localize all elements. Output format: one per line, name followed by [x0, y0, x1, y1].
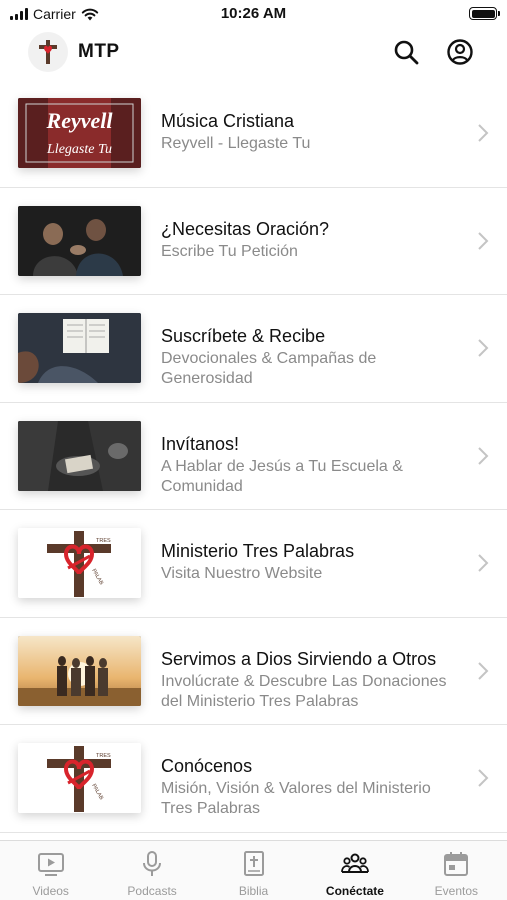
list-item[interactable]: TRES PALAB Conócenos Misión, Visión & Va… — [0, 725, 507, 833]
tab-biblia[interactable]: Biblia — [203, 841, 304, 900]
row-title: Ministerio Tres Palabras — [161, 541, 355, 561]
tab-label: Videos — [32, 884, 69, 898]
list-item[interactable]: Reyvell Llegaste Tu Música Cristiana Rey… — [0, 80, 507, 188]
tab-videos[interactable]: Videos — [0, 841, 101, 900]
calendar-icon — [444, 852, 469, 876]
list-item[interactable]: TRES PALAB Ministerio Tres Palabras Visi… — [0, 510, 507, 618]
tab-label: Eventos — [434, 884, 478, 898]
search-icon[interactable] — [392, 38, 420, 66]
thumb-title-text: Reyvell — [46, 108, 114, 133]
chevron-right-icon — [478, 662, 489, 680]
row-subtitle: Devocionales & Campañas de Generosidad — [161, 350, 377, 387]
chevron-right-icon — [478, 769, 489, 787]
row-subtitle: Reyvell - Llegaste Tu — [161, 135, 311, 152]
logo-text-top: TRES — [96, 538, 111, 544]
tab-eventos[interactable]: Eventos — [406, 841, 507, 900]
logo-text-top: TRES — [96, 753, 111, 759]
row-title: ¿Necesitas Oración? — [161, 218, 330, 239]
row-title: Invítanos! — [161, 433, 240, 454]
list-item[interactable]: ¿Necesitas Oración? Escribe Tu Petición — [0, 188, 507, 295]
people-icon — [341, 853, 369, 873]
tab-label: Biblia — [238, 884, 269, 898]
ministry-logo-thumbnail: TRES PALAB — [18, 528, 141, 598]
microphone-icon — [143, 851, 162, 876]
ministry-logo-thumbnail: TRES PALAB — [18, 743, 141, 813]
status-time: 10:26 AM — [220, 5, 287, 22]
connect-list: Reyvell Llegaste Tu Música Cristiana Rey… — [0, 80, 507, 833]
list-item[interactable]: Servimos a Dios Sirviendo a Otros Involú… — [0, 618, 507, 725]
app-header: MTP — [0, 30, 507, 76]
prayer-thumbnail — [18, 205, 141, 276]
account-icon[interactable] — [446, 38, 474, 66]
row-subtitle: A Hablar de Jesús a Tu Escuela & Comunid… — [161, 457, 403, 495]
chevron-right-icon — [478, 124, 489, 142]
thumb-subtitle-text: Llegaste Tu — [46, 142, 112, 157]
status-bar: Carrier 10:26 AM — [0, 0, 507, 28]
video-icon — [37, 853, 64, 876]
list-item[interactable]: Suscríbete & Recibe Devocionales & Campa… — [0, 295, 507, 403]
row-title: Conócenos — [161, 756, 253, 776]
music-thumbnail: Reyvell Llegaste Tu — [18, 98, 141, 168]
bible-reading-thumbnail — [18, 313, 141, 383]
list-item[interactable]: Invítanos! A Hablar de Jesús a Tu Escuel… — [0, 403, 507, 510]
tab-conectate[interactable]: Conéctate — [304, 841, 405, 900]
sunset-friends-thumbnail — [18, 635, 141, 706]
row-subtitle: Escribe Tu Petición — [161, 242, 298, 260]
bible-icon — [243, 851, 264, 876]
app-logo[interactable] — [28, 32, 68, 72]
tab-label: Podcasts — [127, 884, 177, 898]
app-title: MTP — [78, 41, 120, 62]
tab-label: Conéctate — [325, 884, 384, 898]
cross-logo-icon — [39, 40, 57, 64]
tab-podcasts[interactable]: Podcasts — [101, 841, 202, 900]
row-title: Suscríbete & Recibe — [161, 326, 326, 346]
chevron-right-icon — [478, 339, 489, 357]
battery-icon — [469, 7, 500, 20]
chevron-right-icon — [478, 554, 489, 572]
row-subtitle: Involúcrate & Descubre Las Donaciones de… — [161, 672, 447, 710]
chevron-right-icon — [478, 232, 489, 250]
row-title: Servimos a Dios Sirviendo a Otros — [161, 648, 437, 669]
chevron-right-icon — [478, 447, 489, 465]
row-title: Música Cristiana — [161, 111, 295, 131]
tab-bar: Videos Podcasts Biblia Conéctate Eventos — [0, 840, 507, 900]
group-study-thumbnail — [18, 420, 141, 491]
row-subtitle: Misión, Visión & Valores del Ministerio … — [161, 780, 431, 817]
row-subtitle: Visita Nuestro Website — [161, 565, 323, 582]
